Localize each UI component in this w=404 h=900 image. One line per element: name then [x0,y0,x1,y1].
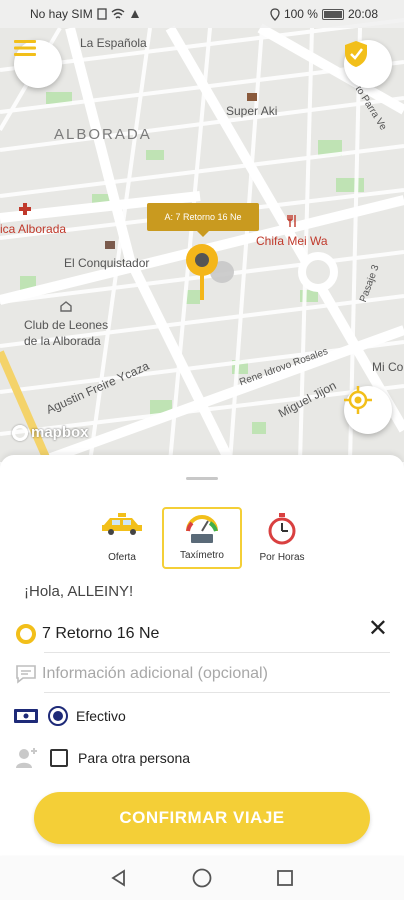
hamburger-icon [14,40,36,56]
map-label-clinica: ica Alborada [0,222,67,236]
cash-icon [14,709,38,723]
mapbox-attribution[interactable]: mapbox [12,424,89,441]
mode-oferta-label: Oferta [108,552,136,563]
crosshair-icon [344,386,372,414]
recents-icon[interactable] [275,868,295,888]
hospital-icon [19,203,31,215]
recenter-location-button[interactable] [344,386,392,434]
map-label-club-leones-1: Club de Leones [24,318,109,332]
safety-button[interactable] [344,40,392,88]
origin-dot-icon [16,624,36,644]
mode-oferta[interactable]: Oferta [82,507,162,569]
chat-note-icon [16,665,36,684]
map-label-super-aki: Super Aki [226,104,278,118]
mapbox-text: mapbox [31,424,89,441]
mode-taximetro[interactable]: Taxímetro [162,507,242,569]
clear-address-icon[interactable]: ✕ [368,617,388,641]
location-status-icon [270,7,280,21]
carrier-text: No hay SIM [30,7,93,21]
payment-method-row[interactable]: Efectivo [10,703,390,729]
confirm-trip-button[interactable]: CONFIRMAR VIAJE [34,792,370,844]
map-label-el-conquistador: El Conquistador [64,256,150,270]
map-label-alborada: ALBORADA [54,126,152,143]
mode-taximetro-label: Taxímetro [180,550,224,561]
pickup-address-row[interactable]: 7 Retorno 16 Ne ✕ [10,617,390,653]
pickup-address-bubble[interactable]: A: 7 Retorno 16 Ne [147,203,259,237]
map-view[interactable]: La Española Super Aki ALBORADA ica Albor… [0,0,404,462]
greeting-text: ¡Hola, ALLEINY! [24,583,134,600]
shield-check-icon [345,41,367,67]
map-label-club-leones-2: de la Alborada [24,334,101,348]
system-nav-bar [0,856,404,900]
battery-percent: 100 % [283,7,318,21]
shop-icon-2 [105,241,115,249]
taximeter-icon [186,515,218,543]
menu-button[interactable] [14,40,62,88]
service-mode-selector: Oferta Taxímetro Por Horas [82,507,322,569]
status-bar: No hay SIM 100 % 20:08 [0,0,404,28]
mapbox-logo-icon [12,424,28,441]
other-person-checkbox[interactable] [50,749,68,767]
wifi-icon [111,8,125,19]
home-icon[interactable] [191,867,213,889]
other-person-label: Para otra persona [78,750,191,766]
location-pin-icon[interactable] [184,242,240,304]
sim-icon [97,8,107,20]
notification-icon [130,10,139,18]
cash-radio[interactable] [48,706,68,726]
mode-por-horas[interactable]: Por Horas [242,507,322,569]
map-label-mi-co: Mi Co [372,360,404,374]
pickup-address: 7 Retorno 16 Ne [42,625,160,642]
additional-info-input[interactable]: Información adicional (opcional) [42,665,268,683]
payment-label: Efectivo [76,708,126,724]
battery-icon [321,8,344,20]
back-icon[interactable] [109,868,129,888]
taxi-icon [102,513,142,535]
other-person-row[interactable]: Para otra persona [10,745,390,771]
map-label-chifa: Chifa Mei Wa [256,234,328,248]
stopwatch-icon [268,513,296,545]
restaurant-icon [287,215,296,227]
trip-request-sheet: Oferta Taxímetro Por Horas ¡Hola, ALLEIN… [0,455,404,855]
landmark-icon [60,301,72,312]
mode-por-horas-label: Por Horas [259,552,305,563]
clock-time: 20:08 [347,7,378,21]
shop-icon [247,93,257,101]
additional-info-row[interactable]: Información adicional (opcional) [10,661,390,693]
add-person-icon [16,748,37,768]
map-label-la-espanola: La Española [80,36,147,50]
sheet-drag-handle[interactable] [186,477,218,480]
